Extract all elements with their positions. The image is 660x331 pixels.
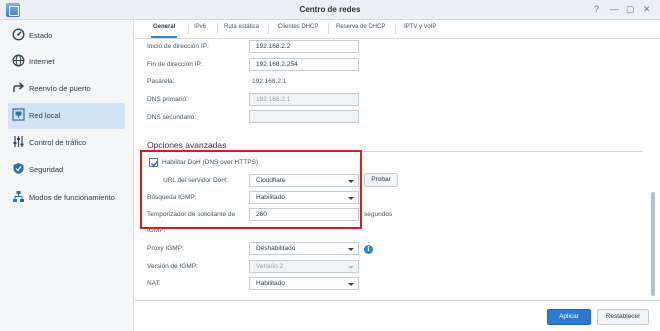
chevron-down-icon [348, 283, 354, 286]
sidebar-item-seguridad[interactable]: Seguridad [8, 157, 125, 183]
nat-dropdown[interactable]: Habilitado [249, 277, 359, 290]
globe-icon [12, 54, 25, 67]
tab-iptv-y-voip[interactable]: IPTV y VoIP [404, 24, 436, 30]
gateway-value: 192.168.2.1 [252, 78, 287, 85]
tab-divider [217, 23, 218, 34]
dashboard-icon [12, 28, 25, 41]
window-title: Centro de redes [299, 5, 361, 14]
sidebar-item-modos-de-funcionamiento[interactable]: Modos de funcionamiento [8, 185, 125, 211]
shield-icon [13, 163, 24, 174]
tab-divider [328, 23, 329, 34]
igmp-proxy-value: Deshabilitado [256, 245, 296, 252]
reset-button[interactable]: Restablecer [597, 309, 649, 325]
sidebar-item-estado[interactable]: Estado [8, 23, 125, 49]
apply-button[interactable]: Aplicar [547, 309, 591, 325]
maximize-icon[interactable]: ▢ [626, 5, 635, 14]
sidebar-item-label: Seguridad [29, 165, 64, 174]
info-icon[interactable]: i [364, 245, 373, 254]
tab-bar: General IPv6 Ruta estática Clientes DHCP… [135, 20, 660, 39]
tab-divider [188, 23, 189, 34]
gateway-label: Pasarela: [147, 78, 175, 85]
local-network-icon [12, 108, 25, 121]
advanced-options-title: Opciones avanzadas [147, 140, 227, 150]
forward-arrow-icon [13, 82, 25, 92]
tab-divider [395, 23, 396, 34]
dns-primary-input: 192.168.2.1 [249, 93, 359, 106]
tab-reserva-de-dhcp[interactable]: Reserva de DHCP [336, 24, 385, 30]
tab-clientes-dhcp[interactable]: Clientes DHCP [278, 24, 318, 30]
sidebar-item-label: Estado [29, 31, 53, 40]
close-icon[interactable]: ✕ [643, 5, 651, 14]
igmp-version-value: Versión 2 [256, 263, 284, 270]
nat-label: NAT: [147, 280, 161, 287]
igmp-timer-unit: segundos [364, 211, 393, 218]
sidebar: Estado Internet Reenvío de puerto Red lo… [0, 20, 134, 331]
help-icon[interactable]: ? [594, 5, 599, 14]
chevron-down-icon [348, 266, 354, 269]
tab-ruta-estatica[interactable]: Ruta estática [224, 24, 259, 30]
highlight-box [140, 150, 362, 229]
minimize-icon[interactable]: — [610, 5, 619, 14]
igmp-version-dropdown: Versión 2 [249, 260, 359, 273]
igmp-proxy-dropdown[interactable]: Deshabilitado [249, 242, 359, 255]
title-bar: Centro de redes ? — ▢ ✕ [0, 0, 660, 20]
start-ip-input[interactable]: 192.168.2.2 [249, 40, 359, 53]
tab-ipv6[interactable]: IPv6 [194, 24, 206, 30]
test-button[interactable]: Probar [364, 173, 398, 187]
dns-primary-label: DNS primario: [147, 96, 188, 103]
nat-value: Habilitado [256, 280, 285, 287]
start-ip-label: Inicio de dirección IP: [147, 43, 209, 50]
sidebar-item-label: Modos de funcionamiento [29, 193, 115, 202]
sidebar-item-red-local[interactable]: Red local [8, 103, 125, 129]
chevron-down-icon [348, 248, 354, 251]
end-ip-label: Fin de dirección IP: [147, 61, 203, 68]
sliders-icon [13, 136, 24, 147]
sidebar-item-label: Control de tráfico [29, 138, 87, 147]
scrollbar[interactable] [651, 192, 655, 296]
sidebar-item-internet[interactable]: Internet [8, 49, 125, 75]
sidebar-item-label: Internet [29, 57, 55, 66]
network-nodes-icon [13, 191, 24, 202]
sidebar-item-label: Red local [29, 111, 61, 120]
tab-general[interactable]: General [150, 24, 178, 38]
sidebar-item-control-de-trafico[interactable]: Control de tráfico [8, 130, 125, 156]
igmp-proxy-label: Proxy IGMP: [147, 245, 184, 252]
igmp-version-label: Versión de IGMP: [147, 263, 198, 270]
end-ip-input[interactable]: 192.168.2.254 [249, 58, 359, 71]
tab-divider [268, 23, 269, 34]
dns-secondary-label: DNS secundario: [147, 114, 197, 121]
sidebar-item-reenvio-de-puerto[interactable]: Reenvío de puerto [8, 76, 125, 102]
sidebar-item-label: Reenvío de puerto [29, 84, 91, 93]
dns-secondary-input [249, 110, 359, 123]
